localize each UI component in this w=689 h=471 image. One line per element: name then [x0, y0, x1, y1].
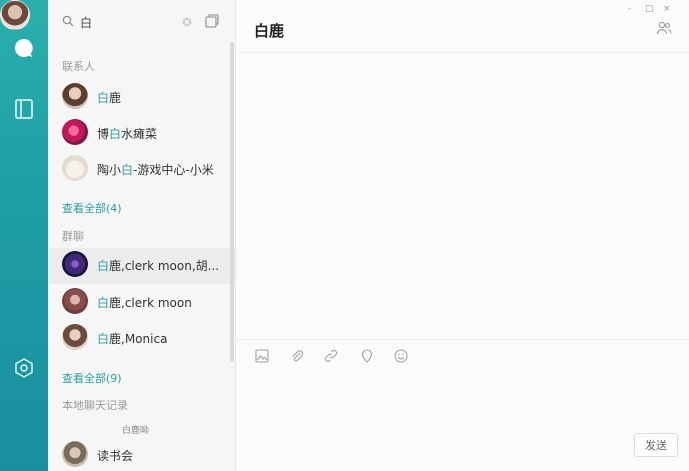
avatar	[62, 441, 88, 467]
link-icon[interactable]	[323, 348, 339, 368]
members-icon[interactable]	[656, 21, 672, 39]
divider	[236, 339, 689, 340]
avatar[interactable]	[0, 0, 30, 30]
item-name: 博白水瘫菜	[97, 127, 158, 141]
view-all-contacts-link[interactable]: 查看全部(4)	[62, 200, 122, 216]
list-item[interactable]: 博白水瘫菜	[48, 116, 235, 152]
section-title-groups: 群聊	[62, 230, 84, 243]
chat-window: - □ × 白鹿 发送	[236, 0, 689, 471]
divider	[236, 52, 689, 53]
new-chat-icon[interactable]	[205, 14, 219, 32]
avatar	[62, 324, 88, 350]
image-icon[interactable]	[254, 348, 270, 368]
list-item[interactable]: 陶小白-游戏中心-小米	[48, 152, 235, 188]
avatar	[62, 83, 88, 109]
search-results-panel: 白 联系人 白鹿 博白水瘫菜 陶小白-游戏中心-小米 查看全部(4) 群聊 白鹿…	[48, 0, 236, 471]
section-title-contacts: 联系人	[62, 60, 95, 73]
list-item[interactable]: 读书会	[48, 438, 235, 471]
list-item[interactable]: 白鹿,clerk moon,胡...	[48, 248, 235, 284]
item-name: 陶小白-游戏中心-小米	[97, 163, 214, 177]
item-name: 白鹿,Monica	[97, 332, 168, 346]
location-icon[interactable]	[359, 348, 375, 368]
section-title-local-records: 本地聊天记录	[62, 399, 128, 412]
avatar	[62, 119, 88, 145]
item-name: 白鹿,clerk moon	[97, 296, 192, 310]
maximize-icon[interactable]: □	[645, 4, 654, 14]
chat-title: 白鹿	[254, 22, 285, 40]
chat-icon[interactable]	[12, 36, 36, 60]
book-icon[interactable]	[12, 97, 36, 121]
item-name: 读书会	[97, 449, 134, 463]
settings-icon[interactable]	[12, 356, 36, 380]
emoji-icon[interactable]	[393, 348, 409, 368]
avatar	[62, 155, 88, 181]
record-tag: 白鹿呦	[122, 426, 150, 436]
list-item[interactable]: 白鹿	[48, 80, 235, 116]
attachment-icon[interactable]	[289, 348, 305, 368]
nav-rail	[0, 0, 48, 471]
clear-icon[interactable]	[182, 16, 192, 31]
item-name: 白鹿	[97, 91, 122, 105]
send-button[interactable]: 发送	[634, 433, 678, 457]
search-input[interactable]: 白	[80, 14, 92, 31]
item-name: 白鹿,clerk moon,胡...	[97, 259, 220, 273]
close-icon[interactable]: ×	[663, 4, 671, 14]
list-item[interactable]: 白鹿,Monica	[48, 321, 235, 357]
avatar	[62, 251, 88, 277]
list-item[interactable]: 白鹿,clerk moon	[48, 285, 235, 321]
search-bar[interactable]: 白	[48, 8, 235, 36]
search-icon	[62, 15, 74, 31]
scrollbar[interactable]	[230, 42, 234, 362]
minimize-icon[interactable]: -	[628, 4, 631, 14]
view-all-groups-link[interactable]: 查看全部(9)	[62, 370, 122, 386]
avatar	[62, 288, 88, 314]
